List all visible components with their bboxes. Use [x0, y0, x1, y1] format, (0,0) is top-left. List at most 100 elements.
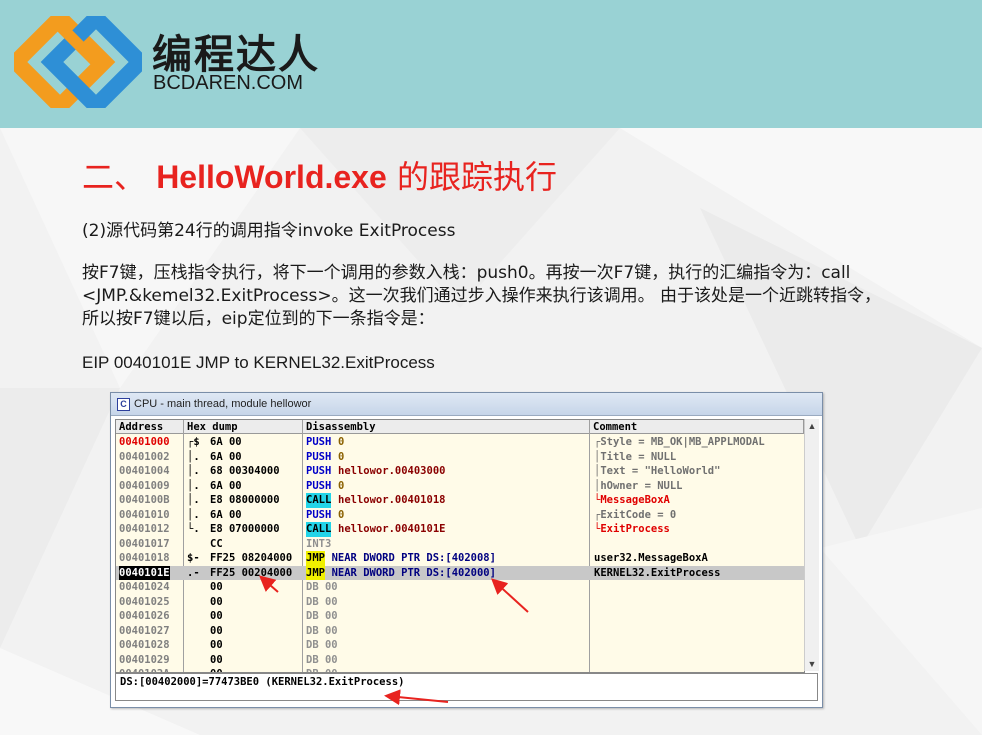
opcode-cell: CALL	[306, 522, 332, 537]
opcode-cell: PUSH	[306, 479, 332, 492]
hex-cell: 00	[210, 610, 223, 622]
cpu-window-titlebar[interactable]: C CPU - main thread, module hellowor	[111, 393, 822, 416]
opcode-cell: PUSH	[306, 450, 332, 463]
table-row[interactable]: 00401027 00 DB 00	[116, 624, 804, 639]
column-header-hex[interactable]: Hex dump	[184, 420, 303, 434]
address-cell: 00401009	[119, 479, 170, 492]
hex-cell: 00	[210, 581, 223, 593]
table-row[interactable]: 0040101E .- FF25 00204000 JMP NEAR DWORD PTR…	[116, 565, 804, 580]
jump-marker: │.	[187, 479, 200, 492]
table-row[interactable]: 00401002 │. 6A 00 PUSH 0 │Title = NULL	[116, 450, 804, 465]
table-row[interactable]: 00401026 00 DB 00	[116, 609, 804, 624]
column-header-address[interactable]: Address	[116, 420, 184, 434]
address-cell: 00401029	[119, 653, 170, 666]
slide-title: 二、 HelloWorld.exe 的跟踪执行	[82, 152, 557, 198]
operand-cell: hellowor.00401018	[338, 494, 446, 506]
hex-cell: 00	[210, 595, 223, 608]
slide-paragraph: 按F7键，压栈指令执行，将下一个调用的参数入栈：push0。再按一次F7键，执行…	[82, 263, 881, 329]
hex-cell: E8 08000000	[210, 494, 280, 506]
comment-cell: ┌ExitCode = 0	[594, 508, 677, 521]
table-row[interactable]: 00401009 │. 6A 00 PUSH 0 │hOwner = NULL	[116, 479, 804, 494]
opcode-cell: DB 00	[306, 595, 338, 608]
hex-cell: FF25 00204000	[210, 566, 293, 579]
address-cell: 0040100B	[119, 494, 170, 506]
comment-cell: │Text = "HelloWorld"	[594, 465, 721, 477]
table-row[interactable]: 00401012 └. E8 07000000 CALL hellowor.004010…	[116, 522, 804, 537]
operand-cell: NEAR DWORD PTR DS:[402008]	[331, 552, 496, 564]
hex-cell: FF25 08204000	[210, 552, 293, 564]
title-suffix: 的跟踪执行	[396, 158, 557, 196]
eip-line: EIP 0040101E JMP to KERNEL32.ExitProcess	[82, 353, 435, 372]
disassembly-grid[interactable]: Address Hex dump Disassembly Comment 004…	[115, 419, 805, 673]
hex-cell: 00	[210, 639, 223, 651]
comment-cell: │Title = NULL	[594, 450, 677, 463]
status-line: DS:[00402000]=77473BE0 (KERNEL32.ExitPro…	[115, 673, 818, 701]
jump-marker: $-	[187, 552, 200, 564]
table-row[interactable]: 00401028 00 DB 00	[116, 638, 804, 653]
column-header-disasm[interactable]: Disassembly	[303, 420, 590, 434]
scroll-up-icon[interactable]: ▲	[805, 419, 819, 433]
hex-cell: 68 00304000	[210, 465, 280, 477]
table-row[interactable]: 0040100B │. E8 08000000 CALL hellowor.004010…	[116, 493, 804, 508]
table-row[interactable]: 00401017 CC INT3	[116, 537, 804, 552]
table-row[interactable]: 00401024 00 DB 00	[116, 580, 804, 595]
vertical-scrollbar[interactable]: ▲ ▼	[804, 419, 819, 671]
table-row[interactable]: 00401010 │. 6A 00 PUSH 0 ┌ExitCode = 0	[116, 508, 804, 523]
address-cell: 0040101E	[119, 565, 170, 580]
address-cell: 00401012	[119, 523, 170, 535]
table-row[interactable]: 00401029 00 DB 00	[116, 653, 804, 668]
jump-marker: │.	[187, 494, 200, 506]
opcode-cell: CALL	[306, 493, 332, 508]
table-row[interactable]: 00401025 00 DB 00	[116, 595, 804, 610]
table-row[interactable]: 00401018 $- FF25 08204000 JMP NEAR DWORD PTR…	[116, 551, 804, 566]
opcode-cell: JMP	[306, 565, 325, 580]
jump-marker: │.	[187, 450, 200, 463]
address-cell: 00401017	[119, 537, 170, 550]
address-cell: 00401027	[119, 624, 170, 637]
opcode-cell: PUSH	[306, 508, 332, 521]
jump-marker: ┌$	[187, 436, 200, 448]
title-main: HelloWorld.exe	[156, 159, 387, 195]
address-cell: 00401004	[119, 465, 170, 477]
table-row[interactable]: 00401000 ┌$ 6A 00 PUSH 0 ┌Style = MB_OK|MB_AP…	[116, 435, 804, 450]
opcode-cell: PUSH	[306, 436, 332, 448]
comment-cell: │hOwner = NULL	[594, 479, 683, 492]
column-header-comment[interactable]: Comment	[590, 420, 804, 434]
comment-cell: KERNEL32.ExitProcess	[594, 566, 721, 579]
address-cell: 00401018	[119, 552, 170, 564]
address-cell: 00401025	[119, 595, 170, 608]
opcode-cell: INT3	[306, 537, 332, 550]
operand-cell: 0	[338, 436, 345, 448]
opcode-cell: DB 00	[306, 653, 338, 666]
opcode-cell: PUSH	[306, 465, 332, 477]
cpu-window: C CPU - main thread, module hellowor Add…	[110, 392, 823, 708]
address-cell: 00401026	[119, 610, 170, 622]
operand-cell: 0	[338, 450, 345, 463]
cpu-window-title: CPU - main thread, module hellowor	[134, 398, 312, 410]
header-banner: 编程达人 BCDAREN.COM	[0, 0, 982, 128]
hex-cell: E8 07000000	[210, 523, 280, 535]
operand-cell: NEAR DWORD PTR DS:[402000]	[331, 566, 496, 579]
address-cell: 00401024	[119, 581, 170, 593]
comment-cell: ┌Style = MB_OK|MB_APPLMODAL	[594, 436, 765, 448]
cpu-window-icon: C	[117, 397, 130, 411]
opcode-cell: JMP	[306, 551, 325, 566]
opcode-cell: DB 00	[306, 581, 338, 593]
comment-cell: └ExitProcess	[594, 523, 670, 535]
comment-cell: user32.MessageBoxA	[594, 552, 708, 564]
jump-marker: │.	[187, 508, 200, 521]
hex-cell: 00	[210, 653, 223, 666]
table-row[interactable]: 00401004 │. 68 00304000 PUSH hellowor.004030…	[116, 464, 804, 479]
address-cell: 00401028	[119, 639, 170, 651]
brand-name-en: BCDAREN.COM	[153, 72, 304, 94]
address-cell: 00401002	[119, 450, 170, 463]
operand-cell: hellowor.0040101E	[338, 523, 446, 535]
comment-cell: └MessageBoxA	[594, 494, 670, 506]
address-cell: 00401010	[119, 508, 170, 521]
jump-marker: └.	[187, 523, 200, 535]
hex-cell: CC	[210, 537, 223, 550]
scroll-down-icon[interactable]: ▼	[805, 657, 819, 671]
brand-logo-icon	[14, 16, 142, 108]
opcode-cell: DB 00	[306, 610, 338, 622]
title-prefix: 二、	[82, 158, 147, 196]
